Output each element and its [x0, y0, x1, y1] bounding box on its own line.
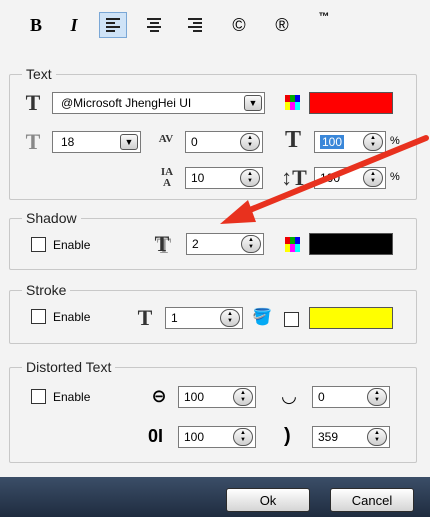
font-size-select[interactable]: 18 ▼ — [52, 131, 141, 153]
font-icon: T — [25, 90, 41, 115]
height-scale-icon: ↕T — [281, 165, 307, 190]
spinner-arrows-icon[interactable]: ▲ ▼ — [363, 169, 383, 187]
line-spacing-value: 10 — [191, 171, 205, 185]
italic-button[interactable]: I — [60, 12, 88, 38]
distorted-group — [9, 367, 417, 463]
distort-width-value: 100 — [184, 390, 205, 404]
width-scale-icon: T — [284, 126, 301, 153]
font-select[interactable]: @Microsoft JhengHei UI ▼ — [52, 92, 265, 114]
end-angle-icon: ) — [284, 425, 291, 447]
cancel-button[interactable]: Cancel — [330, 488, 414, 512]
arc-width-icon: ⊖ — [151, 386, 167, 406]
spinner-arrows-icon[interactable]: ▲ ▼ — [233, 388, 253, 406]
text-group-legend: Text — [22, 66, 56, 82]
ok-button[interactable]: Ok — [226, 488, 310, 512]
start-angle-value: 0 — [318, 390, 325, 404]
stroke-width-value: 1 — [171, 311, 178, 325]
align-right-button[interactable] — [181, 12, 209, 38]
align-left-button[interactable] — [99, 12, 127, 38]
distorted-group-legend: Distorted Text — [22, 359, 116, 375]
chevron-down-icon[interactable]: ▼ — [120, 134, 138, 150]
text-color-palette-icon[interactable] — [285, 95, 300, 110]
trademark-button[interactable]: ™ — [310, 4, 338, 30]
bold-button[interactable]: B — [22, 12, 50, 38]
spinner-arrows-icon[interactable]: ▲ ▼ — [367, 428, 387, 446]
width-scale-value: 100 — [320, 135, 345, 149]
char-spacing-value: 0 — [191, 135, 198, 149]
font-size-icon: T — [25, 129, 41, 154]
distort-width-spinner[interactable]: 100 ▲ ▼ — [178, 386, 256, 408]
spinner-arrows-icon[interactable]: ▲ ▼ — [367, 388, 387, 406]
percent-label: % — [390, 135, 400, 147]
spinner-arrows-icon[interactable]: ▲ ▼ — [241, 235, 261, 253]
shadow-icon: T — [154, 231, 170, 256]
width-scale-spinner[interactable]: 100 ▲ ▼ — [314, 131, 386, 153]
font-size-value: 18 — [61, 135, 75, 149]
stroke-group-legend: Stroke — [22, 282, 71, 298]
start-angle-spinner[interactable]: 0 ▲ ▼ — [312, 386, 390, 408]
end-angle-value: 359 — [318, 430, 339, 444]
distorted-enable-label: Enable — [53, 390, 91, 404]
char-spacing-spinner[interactable]: 0 ▲ ▼ — [185, 131, 263, 153]
spinner-arrows-icon[interactable]: ▲ ▼ — [240, 169, 260, 187]
start-angle-icon: ◡ — [282, 386, 296, 406]
distorted-enable-checkbox[interactable] — [31, 389, 46, 404]
char-spacing-icon: AV — [158, 133, 174, 145]
shadow-color-palette-icon[interactable] — [285, 237, 300, 252]
spinner-arrows-icon[interactable]: ▲ ▼ — [233, 428, 253, 446]
shadow-offset-spinner[interactable]: 2 ▲ ▼ — [186, 233, 264, 255]
spinner-arrows-icon[interactable]: ▲ ▼ — [363, 133, 383, 151]
distort-height-spinner[interactable]: 100 ▲ ▼ — [178, 426, 256, 448]
percent-label: % — [390, 171, 400, 183]
align-center-icon — [147, 18, 161, 32]
chevron-down-icon[interactable]: ▼ — [244, 95, 262, 111]
line-spacing-icon: IA A — [160, 166, 174, 189]
end-angle-spinner[interactable]: 359 ▲ ▼ — [312, 426, 390, 448]
registered-button[interactable]: ® — [268, 12, 296, 38]
shadow-enable-checkbox[interactable] — [31, 237, 46, 252]
shadow-enable-label: Enable — [53, 238, 91, 252]
copyright-button[interactable]: © — [225, 12, 253, 38]
font-select-value: @Microsoft JhengHei UI — [61, 96, 192, 110]
shadow-group-legend: Shadow — [22, 210, 81, 226]
align-left-icon — [106, 18, 120, 32]
stroke-enable-label: Enable — [53, 310, 91, 324]
stroke-width-spinner[interactable]: 1 ▲ ▼ — [165, 307, 243, 329]
spinner-arrows-icon[interactable]: ▲ ▼ — [220, 309, 240, 327]
paint-bucket-icon[interactable]: 🪣 — [252, 307, 274, 329]
stroke-icon: T — [137, 305, 153, 330]
height-scale-value: 100 — [320, 171, 341, 185]
stroke-enable-checkbox[interactable] — [31, 309, 46, 324]
stroke-color-checkbox[interactable] — [284, 312, 299, 327]
height-scale-spinner[interactable]: 100 ▲ ▼ — [314, 167, 386, 189]
shadow-offset-value: 2 — [192, 237, 199, 251]
text-color-swatch[interactable] — [309, 92, 393, 114]
align-center-button[interactable] — [140, 12, 168, 38]
distort-height-value: 100 — [184, 430, 205, 444]
spinner-arrows-icon[interactable]: ▲ ▼ — [240, 133, 260, 151]
line-spacing-spinner[interactable]: 10 ▲ ▼ — [185, 167, 263, 189]
stroke-color-swatch[interactable] — [309, 307, 393, 329]
align-right-icon — [188, 18, 202, 32]
shadow-color-swatch[interactable] — [309, 233, 393, 255]
arc-height-icon: 0I — [148, 426, 164, 446]
